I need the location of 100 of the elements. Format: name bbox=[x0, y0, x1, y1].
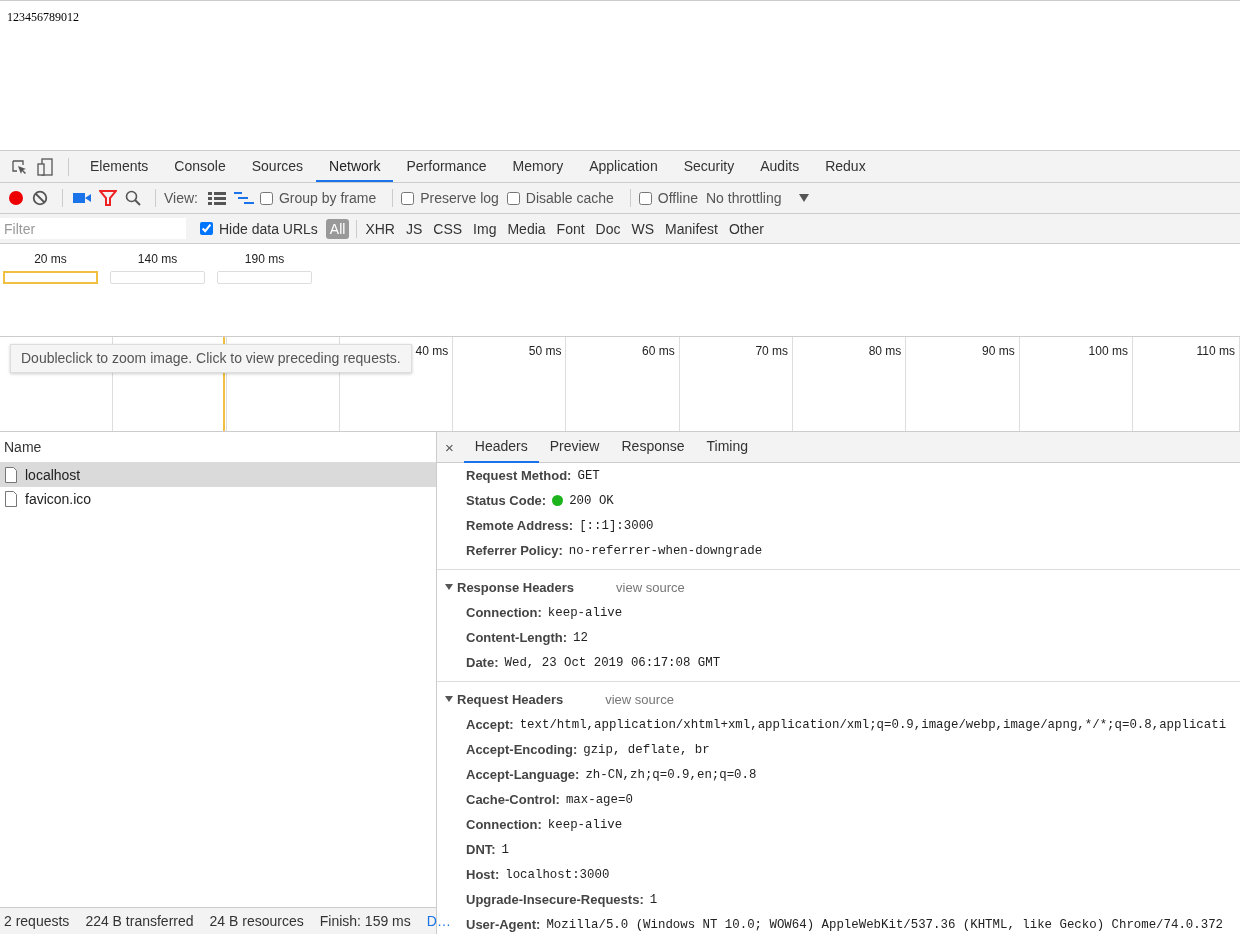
header-name: DNT: bbox=[466, 842, 496, 857]
checkbox[interactable] bbox=[638, 191, 652, 205]
detail-tab[interactable]: Headers bbox=[463, 431, 539, 463]
inspect-icon[interactable] bbox=[10, 157, 28, 176]
panel-tab[interactable]: Audits bbox=[747, 151, 813, 182]
frame-thumbnail[interactable] bbox=[3, 271, 98, 284]
header-name: Upgrade-Insecure-Requests: bbox=[466, 892, 644, 907]
header-value: 1 bbox=[501, 842, 510, 857]
expand-triangle-icon[interactable] bbox=[445, 695, 453, 703]
waterfall-icon[interactable] bbox=[234, 191, 254, 205]
header-value: Mozilla/5.0 (Windows NT 10.0; WOW64) AppleWebKit/537.36 (KHTML, like Gecko) Chrome/74.0.372 bbox=[546, 917, 1224, 932]
camera-icon[interactable] bbox=[73, 192, 91, 204]
status-text: 224 B transferred bbox=[85, 913, 194, 929]
header-name: Remote Address: bbox=[466, 518, 574, 533]
header-value: keep-alive bbox=[547, 605, 623, 620]
section-title[interactable]: Response Headers bbox=[457, 579, 575, 595]
panel-tab[interactable]: Performance bbox=[393, 151, 500, 182]
time-tick: 110 ms bbox=[1196, 344, 1235, 358]
device-icon[interactable] bbox=[36, 157, 54, 176]
type-filter[interactable]: XHR bbox=[361, 218, 399, 239]
clear-icon[interactable] bbox=[32, 190, 48, 206]
frame-thumbnail[interactable] bbox=[217, 271, 312, 284]
checkbox-label: Preserve log bbox=[420, 190, 499, 206]
section-title[interactable]: Request Headers bbox=[457, 691, 564, 707]
panel-tab[interactable]: Memory bbox=[499, 151, 577, 182]
type-filter[interactable]: Font bbox=[552, 218, 589, 239]
header-value: text/html,application/xhtml+xml,application/xml;q=0.9,image/webp,image/apng,*/*;q=0.8,applicati bbox=[519, 717, 1227, 732]
request-name: favicon.ico bbox=[25, 491, 92, 507]
frame-time: 20 ms bbox=[34, 252, 67, 266]
throttling-select[interactable]: No throttling bbox=[706, 190, 782, 206]
time-tick: 60 ms bbox=[642, 344, 675, 358]
close-button[interactable]: × bbox=[445, 438, 454, 456]
type-filter[interactable]: Img bbox=[469, 218, 501, 239]
header-name: Accept-Encoding: bbox=[466, 742, 578, 757]
time-tick: 70 ms bbox=[755, 344, 789, 358]
header-name: Host: bbox=[466, 867, 500, 882]
frame-thumbnail[interactable] bbox=[110, 271, 205, 284]
header-value: zh-CN,zh;q=0.9,en;q=0.8 bbox=[585, 767, 757, 782]
time-tick: 100 ms bbox=[1088, 344, 1128, 358]
search-icon[interactable] bbox=[125, 190, 141, 206]
panel-tab[interactable]: Sources bbox=[238, 151, 317, 182]
panel-tab[interactable]: Elements bbox=[77, 151, 162, 182]
expand-triangle-icon[interactable] bbox=[445, 583, 453, 591]
header-value: 1 bbox=[649, 892, 658, 907]
checkbox-label: Hide data URLs bbox=[219, 220, 318, 237]
filter-icon[interactable] bbox=[99, 190, 117, 206]
checkbox[interactable] bbox=[401, 191, 415, 205]
status-dot-icon bbox=[552, 495, 564, 506]
frame-time: 190 ms bbox=[244, 252, 285, 266]
type-filter[interactable]: Other bbox=[725, 218, 768, 239]
status-text: Finish: 159 ms bbox=[319, 913, 411, 929]
header-value: no-referrer-when-downgrade bbox=[568, 543, 763, 558]
type-filter[interactable]: JS bbox=[401, 218, 427, 239]
header-value: localhost:3000 bbox=[505, 867, 610, 882]
list-view-icon[interactable] bbox=[208, 191, 226, 205]
panel-tab[interactable]: Console bbox=[161, 151, 239, 182]
header-value: gzip, deflate, br bbox=[583, 742, 710, 757]
header-value: 12 bbox=[573, 630, 588, 645]
header-name: Accept: bbox=[466, 717, 514, 732]
header-name: Cache-Control: bbox=[466, 792, 560, 807]
panel-tab[interactable]: Redux bbox=[812, 151, 879, 182]
view-source-link[interactable]: view source bbox=[605, 691, 674, 707]
filter-field[interactable]: Filter bbox=[0, 218, 186, 239]
checkbox-label: Offline bbox=[657, 190, 698, 206]
header-name: Content-Length: bbox=[466, 630, 568, 645]
status-link[interactable]: D… bbox=[426, 913, 451, 929]
view-label: View: bbox=[164, 190, 198, 206]
type-filter[interactable]: CSS bbox=[429, 218, 467, 239]
panel-tab[interactable]: Application bbox=[576, 151, 671, 182]
time-tick: 80 ms bbox=[868, 344, 902, 358]
dropdown-icon[interactable] bbox=[799, 194, 810, 202]
time-tick: 50 ms bbox=[528, 344, 562, 358]
view-source-link[interactable]: view source bbox=[616, 579, 685, 595]
type-filter[interactable]: WS bbox=[627, 218, 659, 239]
header-name: Connection: bbox=[466, 605, 542, 620]
record-icon[interactable] bbox=[8, 190, 24, 206]
request-row[interactable]: localhost bbox=[0, 463, 436, 487]
header-name: Connection: bbox=[466, 817, 542, 832]
status-text: 2 requests bbox=[4, 913, 70, 929]
type-filter[interactable]: Manifest bbox=[661, 218, 722, 239]
type-filter[interactable]: Doc bbox=[591, 218, 625, 239]
panel-tab[interactable]: Security bbox=[670, 151, 748, 182]
frame-time: 140 ms bbox=[137, 252, 178, 266]
header-value: 200 OK bbox=[569, 493, 614, 508]
header-value: max-age=0 bbox=[565, 792, 633, 807]
time-tick: 90 ms bbox=[982, 344, 1015, 358]
detail-tab[interactable]: Response bbox=[610, 431, 696, 463]
request-row[interactable]: favicon.ico bbox=[0, 487, 436, 511]
checkbox[interactable] bbox=[200, 222, 213, 235]
checkbox[interactable] bbox=[506, 191, 520, 205]
detail-tab[interactable]: Preview bbox=[538, 431, 611, 463]
type-filter[interactable]: Media bbox=[503, 218, 550, 239]
time-tick: 40 ms bbox=[415, 344, 449, 358]
header-name: User-Agent: bbox=[466, 917, 541, 932]
detail-tab[interactable]: Timing bbox=[695, 431, 760, 463]
checkbox[interactable] bbox=[260, 191, 273, 205]
file-icon bbox=[5, 467, 17, 483]
tooltip: Doubleclick to zoom image. Click to view preceding requests. bbox=[10, 344, 412, 373]
checkbox-label: Group by frame bbox=[279, 190, 377, 206]
header-name: Date: bbox=[466, 655, 499, 670]
